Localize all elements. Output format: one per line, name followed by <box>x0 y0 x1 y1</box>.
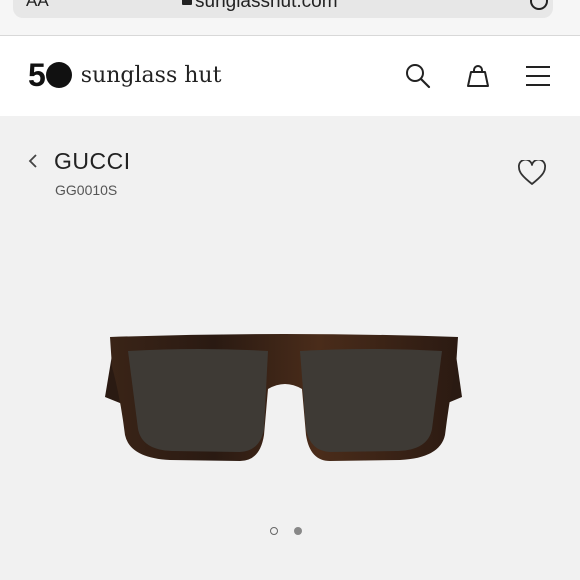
logo-dot <box>45 62 72 88</box>
product-brand: GUCCI <box>54 148 131 174</box>
carousel-dot-2[interactable] <box>294 527 302 535</box>
right-lens <box>300 349 442 452</box>
product-model: GG0010S <box>55 182 118 198</box>
logo-number: 5 <box>28 56 46 93</box>
bag-icon[interactable] <box>464 62 492 90</box>
lock-icon <box>182 0 192 5</box>
browser-toolbar: AA sunglasshut.com <box>0 0 580 36</box>
site-header: 5 sunglass hut <box>0 36 580 116</box>
back-chevron-icon[interactable] <box>27 152 39 170</box>
product-image <box>105 334 462 461</box>
menu-icon[interactable] <box>524 62 552 90</box>
left-lens <box>128 349 268 452</box>
url-text[interactable]: sunglasshut.com <box>195 0 338 13</box>
search-icon[interactable] <box>404 62 432 90</box>
heart-icon[interactable] <box>518 160 546 186</box>
logo-text: sunglass hut <box>80 62 222 88</box>
carousel-dot-1[interactable] <box>270 527 278 535</box>
site-logo[interactable]: 5 sunglass hut <box>28 56 222 93</box>
reader-mode-button[interactable]: AA <box>26 0 49 11</box>
